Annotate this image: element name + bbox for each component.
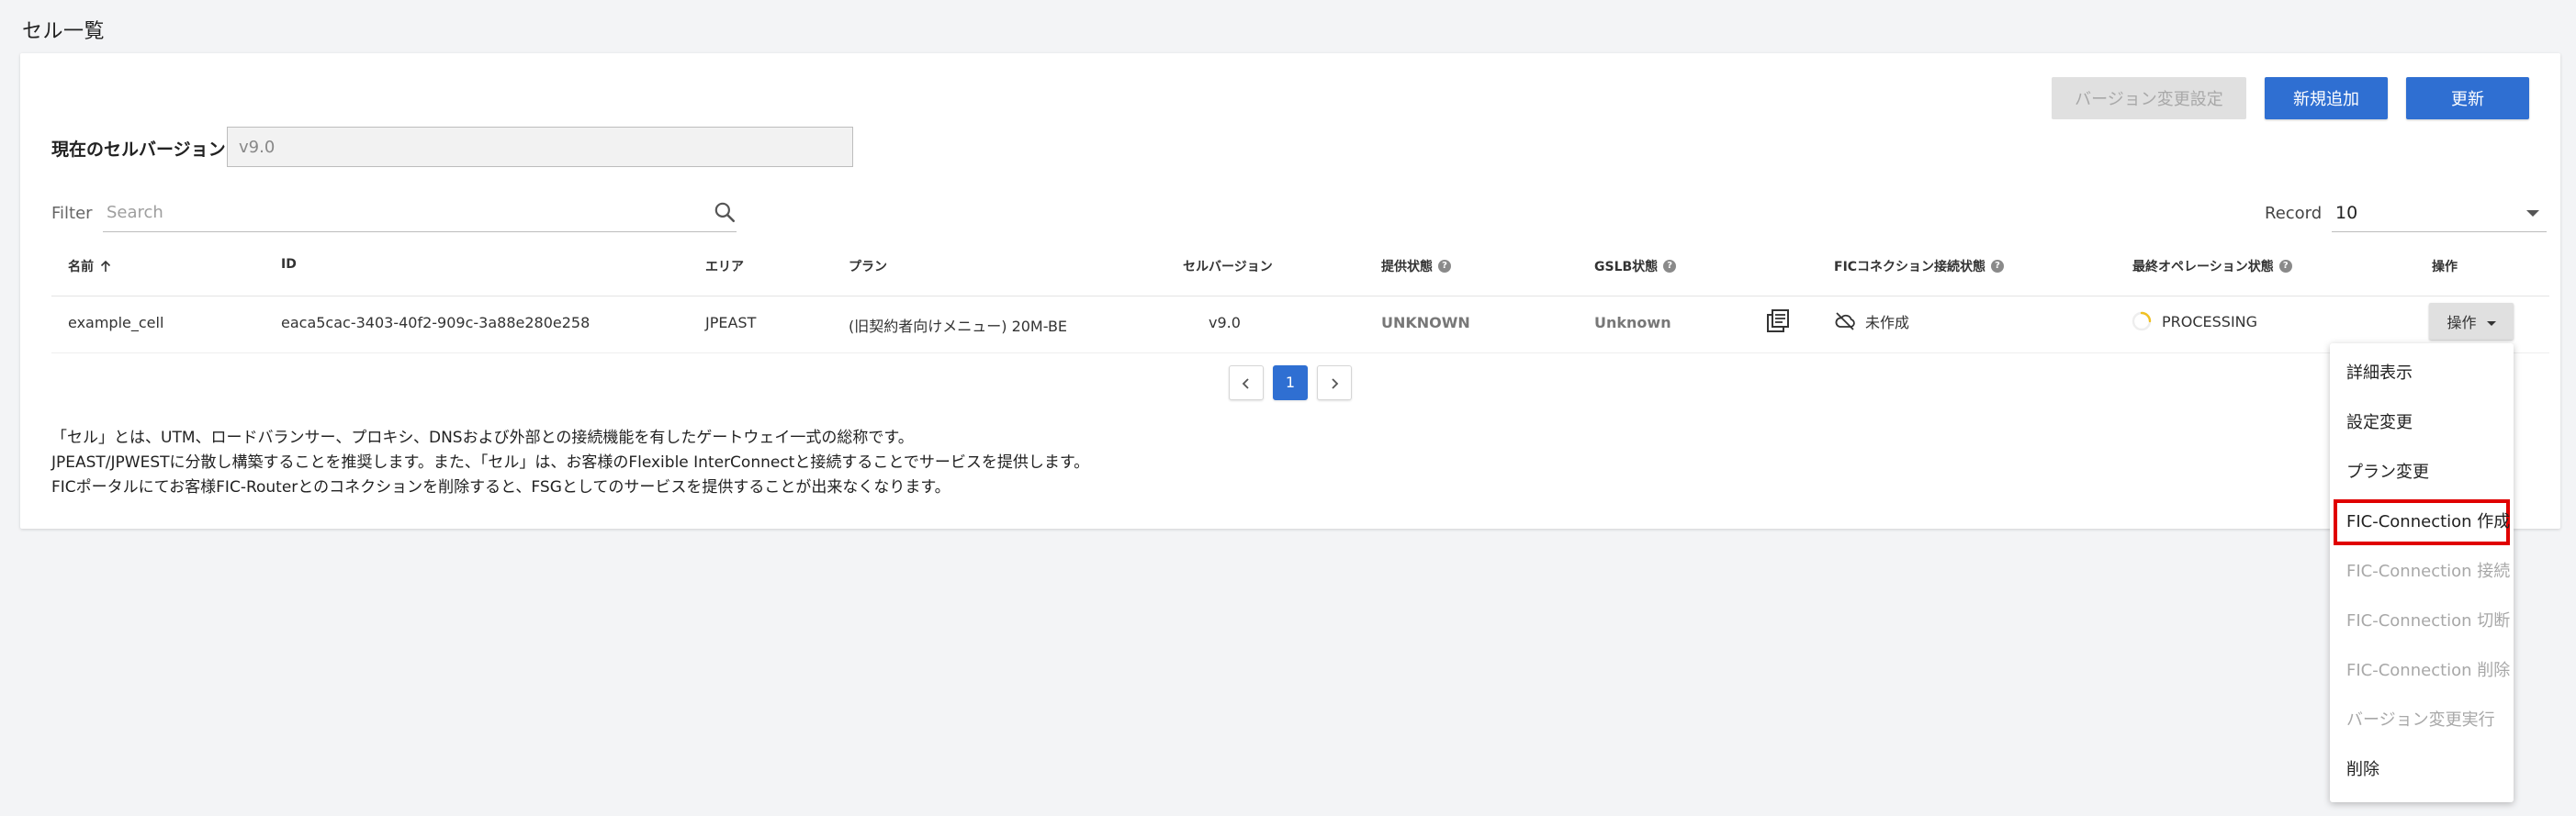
menu-item-settings-change[interactable]: 設定変更: [2330, 400, 2514, 446]
cell-list-card: バージョン変更設定 新規追加 更新 現在のセルバージョン Filter Reco…: [20, 53, 2560, 529]
last-op-status-value: PROCESSING: [2162, 312, 2258, 330]
cell-name: example_cell: [68, 314, 164, 331]
help-icon[interactable]: ?: [2278, 260, 2292, 273]
help-icon[interactable]: ?: [1663, 260, 1677, 273]
provision-status-header-label: 提供状態: [1381, 260, 1433, 274]
fic-status-value: 未作成: [1865, 314, 1910, 331]
add-new-button[interactable]: 新規追加: [2265, 77, 2388, 119]
sort-ascending-icon: [100, 260, 111, 272]
table-row-divider: [51, 352, 2549, 353]
current-version-label: 現在のセルバージョン: [51, 140, 226, 160]
operation-dropdown-menu: 詳細表示 設定変更 プラン変更 FIC-Connection 作成 FIC-Co…: [2330, 343, 2514, 802]
column-header-operation: 操作: [2432, 260, 2458, 274]
caret-down-icon: [2486, 321, 2496, 326]
operation-menu-label: 操作: [2447, 314, 2477, 331]
menu-item-fic-connection-create[interactable]: FIC-Connection 作成: [2334, 499, 2510, 545]
menu-item-fic-connection-disconnect[interactable]: FIC-Connection 切断: [2330, 598, 2514, 644]
cell-plan: (旧契約者向けメニュー) 20M-BE: [849, 318, 1068, 335]
menu-item-plan-change[interactable]: プラン変更: [2330, 450, 2514, 496]
provision-status-value: UNKNOWN: [1381, 314, 1470, 331]
page-title: セル一覧: [22, 20, 106, 43]
refresh-button[interactable]: 更新: [2406, 77, 2529, 119]
menu-item-fic-connection-delete[interactable]: FIC-Connection 削除: [2330, 648, 2514, 694]
chevron-left-icon: [1242, 377, 1249, 389]
column-header-name[interactable]: 名前: [68, 257, 112, 275]
column-header-area: エリア: [705, 260, 744, 274]
column-header-provision-status: 提供状態 ?: [1381, 257, 1451, 275]
gslb-status-value: Unknown: [1594, 314, 1671, 331]
record-label: Record: [2265, 204, 2323, 223]
column-header-id: ID: [281, 257, 297, 272]
column-header-plan: プラン: [849, 260, 887, 274]
fic-status-header-label: FICコネクション接続状態: [1834, 260, 1986, 274]
version-change-setting-button[interactable]: バージョン変更設定: [2052, 77, 2246, 119]
current-version-field[interactable]: [227, 127, 853, 167]
last-operation-status-cell: PROCESSING: [2131, 310, 2257, 332]
pagination-prev-button[interactable]: [1229, 365, 1264, 400]
menu-item-fic-connection-connect[interactable]: FIC-Connection 接続: [2330, 549, 2514, 595]
cell-id: eaca5cac-3403-40f2-909c-3a88e280e258: [281, 314, 591, 331]
menu-item-version-change-execute[interactable]: バージョン変更実行: [2330, 698, 2514, 743]
spinner-icon: [2132, 311, 2152, 331]
filter-label: Filter: [51, 204, 93, 223]
description-line-1: 「セル」とは、UTM、ロードバランサー、プロキシ、DNSおよび外部との接続機能を…: [51, 429, 914, 447]
search-input[interactable]: [103, 195, 680, 229]
chevron-right-icon: [1332, 377, 1339, 389]
help-icon[interactable]: ?: [1438, 260, 1451, 273]
cell-version: v9.0: [1209, 314, 1241, 331]
search-icon[interactable]: [713, 200, 737, 224]
pagination-next-button[interactable]: [1317, 365, 1352, 400]
gslb-status-header-label: GSLB状態: [1594, 260, 1659, 274]
description-line-2: JPEAST/JPWESTに分散し構築することを推奨します。また、「セル」は、お…: [51, 453, 1090, 472]
record-select[interactable]: 10: [2332, 195, 2547, 232]
search-field: [103, 195, 737, 232]
column-header-fic-status: FICコネクション接続状態 ?: [1834, 257, 2005, 275]
column-header-cell-version: セルバージョン: [1183, 260, 1273, 274]
column-header-name-label: 名前: [68, 260, 94, 274]
column-header-last-operation-status: 最終オペレーション状態 ?: [2132, 257, 2292, 275]
menu-item-detail[interactable]: 詳細表示: [2330, 351, 2514, 397]
operation-menu-button[interactable]: 操作: [2429, 303, 2514, 340]
help-icon[interactable]: ?: [1991, 260, 2005, 273]
cloud-off-icon: [1835, 312, 1855, 330]
record-value: 10: [2335, 203, 2358, 223]
cell-area: JPEAST: [705, 314, 757, 331]
last-op-status-header-label: 最終オペレーション状態: [2132, 260, 2274, 274]
pagination-page-1[interactable]: 1: [1273, 365, 1308, 400]
column-header-gslb-status: GSLB状態 ?: [1594, 257, 1677, 275]
fic-status-cell: 未作成: [1834, 310, 1909, 332]
document-list-icon[interactable]: [1765, 308, 1791, 334]
menu-item-delete[interactable]: 削除: [2330, 747, 2514, 793]
chevron-down-icon: [2526, 210, 2539, 217]
description-line-3: FICポータルにてお客様FIC-Routerとのコネクションを削除すると、FSG…: [51, 478, 951, 497]
